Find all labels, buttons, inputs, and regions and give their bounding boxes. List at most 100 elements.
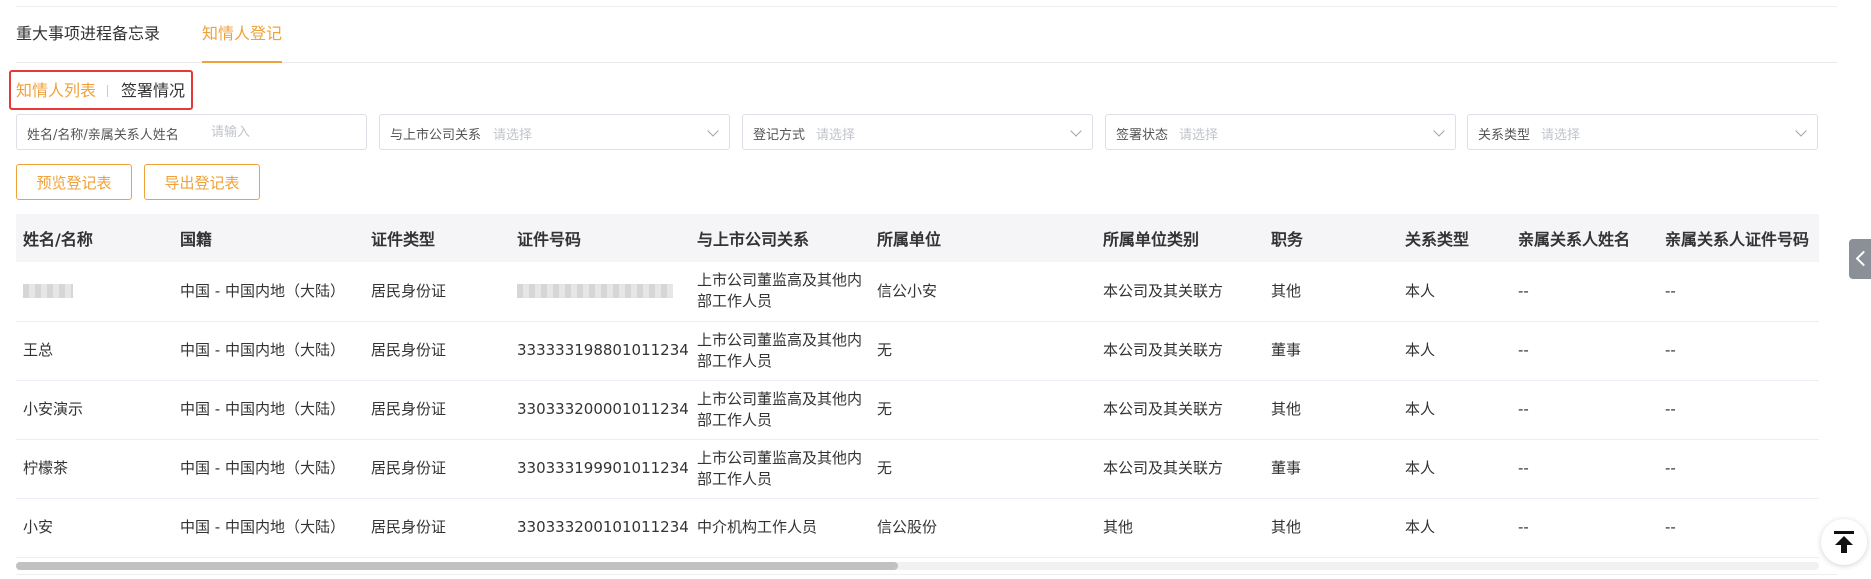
cell-unit: 无 xyxy=(877,400,893,418)
header-nationality: 国籍 xyxy=(180,230,213,249)
cell-unit: 无 xyxy=(877,341,893,359)
redacted-name xyxy=(23,284,73,299)
header-unit-category: 所属单位类别 xyxy=(1103,230,1200,249)
cell-name: 柠檬茶 xyxy=(23,459,69,477)
header-relation: 与上市公司关系 xyxy=(697,230,810,249)
header-name: 姓名/名称 xyxy=(23,230,93,249)
cell-unit-category: 本公司及其关联方 xyxy=(1103,281,1224,300)
cell-nationality: 中国 - 中国内地（大陆） xyxy=(180,518,345,536)
cell-name xyxy=(16,262,173,321)
relation-select-placeholder: 请选择 xyxy=(493,128,533,143)
header-unit: 所属单位 xyxy=(877,230,942,249)
horizontal-scrollbar[interactable] xyxy=(16,562,1819,570)
cell-position: 其他 xyxy=(1271,518,1302,536)
cell-id-type: 居民身份证 xyxy=(371,341,447,359)
sign-status-select-placeholder: 请选择 xyxy=(1179,128,1219,143)
cell-position: 董事 xyxy=(1271,459,1302,477)
cell-position: 董事 xyxy=(1271,341,1302,359)
relation-type-select-label: 关系类型 xyxy=(1478,128,1531,143)
cell-unit: 信公小安 xyxy=(877,281,938,300)
cell-relative-id: -- xyxy=(1665,459,1676,477)
cell-id-number: 330333199901011234 xyxy=(517,459,689,477)
cell-nationality: 中国 - 中国内地（大陆） xyxy=(180,459,345,477)
sign-status-select-label: 签署状态 xyxy=(1116,128,1169,143)
relation-type-select-placeholder: 请选择 xyxy=(1541,128,1581,143)
table-row[interactable]: 小安演示 中国 - 中国内地（大陆） 居民身份证 330333200001011… xyxy=(16,380,1819,439)
back-to-top-button[interactable] xyxy=(1821,519,1867,565)
cell-relation: 上市公司董监高及其他内部工作人员 xyxy=(697,389,863,429)
name-filter: 姓名/名称/亲属关系人姓名 xyxy=(16,114,367,150)
chevron-left-icon[interactable] xyxy=(1849,239,1871,279)
cell-name: 王总 xyxy=(23,341,54,359)
cell-relation-type: 本人 xyxy=(1405,341,1436,359)
method-select-placeholder: 请选择 xyxy=(816,128,856,143)
cell-unit: 无 xyxy=(877,459,893,477)
cell-unit: 信公股份 xyxy=(877,518,938,536)
relation-select[interactable]: 与上市公司关系 请选择 xyxy=(379,114,730,150)
cell-relative-name: -- xyxy=(1518,281,1529,300)
cell-relative-name: -- xyxy=(1518,341,1529,359)
cell-relation-type: 本人 xyxy=(1405,459,1436,477)
cell-nationality: 中国 - 中国内地（大陆） xyxy=(180,341,345,359)
cell-relative-name: -- xyxy=(1518,400,1529,418)
header-relative-name: 亲属关系人姓名 xyxy=(1518,230,1631,249)
sign-status-select[interactable]: 签署状态 请选择 xyxy=(1105,114,1456,150)
cell-id-number xyxy=(510,262,690,321)
preview-register-button[interactable]: 预览登记表 xyxy=(16,164,132,200)
tab-insider-registration[interactable]: 知情人登记 xyxy=(202,22,283,63)
top-divider xyxy=(16,6,1837,7)
redacted-id-number xyxy=(517,284,673,299)
cell-unit-category: 本公司及其关联方 xyxy=(1103,459,1224,477)
cell-relative-name: -- xyxy=(1518,518,1529,536)
table-row[interactable]: 柠檬茶 中国 - 中国内地（大陆） 居民身份证 3303331999010112… xyxy=(16,439,1819,498)
cell-nationality: 中国 - 中国内地（大陆） xyxy=(180,400,345,418)
cell-relation-type: 本人 xyxy=(1405,518,1436,536)
cell-id-type: 居民身份证 xyxy=(371,400,447,418)
header-relative-id: 亲属关系人证件号码 xyxy=(1665,230,1810,249)
cell-id-type: 居民身份证 xyxy=(371,518,447,536)
insider-table: 姓名/名称 国籍 证件类型 证件号码 与上市公司关系 所属单位 所属单位类别 职… xyxy=(16,214,1819,558)
table-row[interactable]: 王总 中国 - 中国内地（大陆） 居民身份证 33333319880101123… xyxy=(16,321,1819,380)
cell-relative-name: -- xyxy=(1518,459,1529,477)
main-tabs: 重大事项进程备忘录 知情人登记 xyxy=(16,22,1837,63)
cell-relation: 上市公司董监高及其他内部工作人员 xyxy=(697,330,863,370)
cell-relative-id: -- xyxy=(1665,518,1676,536)
export-register-button[interactable]: 导出登记表 xyxy=(144,164,260,200)
header-position: 职务 xyxy=(1271,230,1304,249)
chevron-down-icon xyxy=(1795,125,1807,137)
insider-table-container: 姓名/名称 国籍 证件类型 证件号码 与上市公司关系 所属单位 所属单位类别 职… xyxy=(16,214,1819,569)
cell-relation-type: 本人 xyxy=(1405,400,1436,418)
subtab-insider-list[interactable]: 知情人列表 xyxy=(16,81,96,101)
subtab-group: 知情人列表 签署情况 xyxy=(9,70,193,110)
cell-id-number: 333333198801011234 xyxy=(517,341,689,359)
tab-memo[interactable]: 重大事项进程备忘录 xyxy=(16,22,160,62)
arrow-up-bar-icon xyxy=(1834,531,1854,553)
scrollbar-thumb[interactable] xyxy=(16,562,898,570)
cell-unit-category: 其他 xyxy=(1103,518,1134,536)
relation-select-label: 与上市公司关系 xyxy=(390,128,482,143)
table-header-row: 姓名/名称 国籍 证件类型 证件号码 与上市公司关系 所属单位 所属单位类别 职… xyxy=(16,214,1819,262)
table-row[interactable]: 小安 中国 - 中国内地（大陆） 居民身份证 33033320010101123… xyxy=(16,498,1819,557)
chevron-down-icon xyxy=(707,125,719,137)
cell-name: 小安 xyxy=(23,518,54,536)
cell-unit-category: 本公司及其关联方 xyxy=(1103,400,1224,418)
header-id-number: 证件号码 xyxy=(517,230,582,249)
cell-id-number: 330333200101011234 xyxy=(517,518,689,536)
cell-id-number: 330333200001011234 xyxy=(517,400,689,418)
table-row[interactable]: 中国 - 中国内地（大陆） 居民身份证 上市公司董监高及其他内部工作人员 信公小… xyxy=(16,262,1819,321)
cell-name: 小安演示 xyxy=(23,400,84,418)
subtab-sign-status[interactable]: 签署情况 xyxy=(121,81,185,101)
method-select[interactable]: 登记方式 请选择 xyxy=(742,114,1093,150)
method-select-label: 登记方式 xyxy=(753,128,806,143)
cell-relation: 中介机构工作人员 xyxy=(697,518,818,536)
bottom-divider xyxy=(16,574,1837,575)
header-relation-type: 关系类型 xyxy=(1405,230,1470,249)
cell-position: 其他 xyxy=(1271,400,1302,418)
cell-relative-id: -- xyxy=(1665,400,1676,418)
cell-relative-id: -- xyxy=(1665,341,1676,359)
name-search-input[interactable] xyxy=(211,118,361,146)
cell-relation: 上市公司董监高及其他内部工作人员 xyxy=(697,271,863,311)
chevron-down-icon xyxy=(1433,125,1445,137)
cell-relation-type: 本人 xyxy=(1405,281,1436,300)
relation-type-select[interactable]: 关系类型 请选择 xyxy=(1467,114,1818,150)
